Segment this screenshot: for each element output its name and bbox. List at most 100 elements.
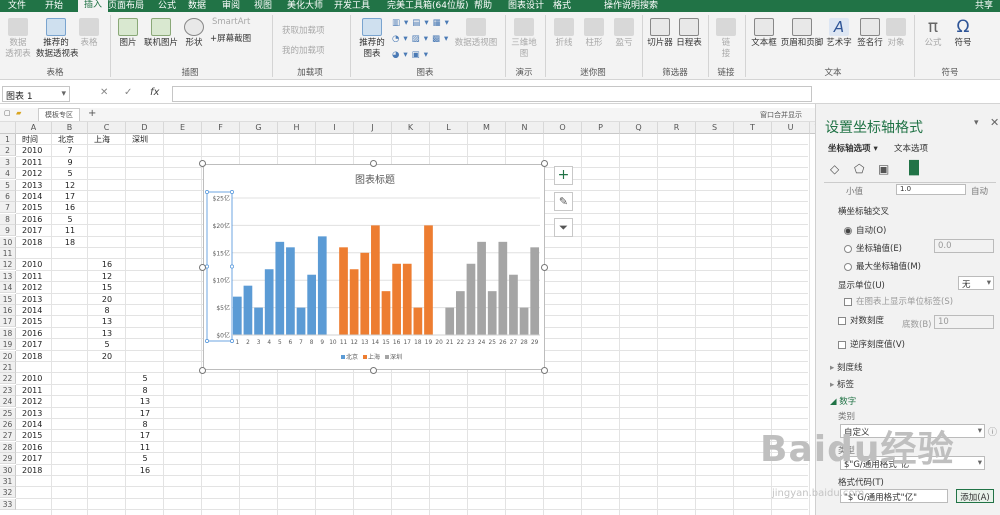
chevron-down-icon[interactable]: ▾ (974, 118, 979, 128)
row-header[interactable]: 10 (0, 236, 16, 248)
recommended-charts-button[interactable]: 推荐的 图表 (356, 18, 388, 60)
cell[interactable]: 2016 (16, 442, 52, 453)
row-header[interactable]: 14 (0, 282, 16, 294)
column-header[interactable]: Q (620, 122, 658, 134)
cell[interactable]: 2015 (16, 430, 52, 441)
row-header[interactable]: 15 (0, 293, 16, 305)
chart-type-icons[interactable]: ▥▾▤▾▦▾ (392, 18, 453, 28)
resize-handle[interactable] (541, 367, 548, 374)
log-scale-checkbox[interactable]: 对数刻度 (838, 314, 884, 326)
resize-handle[interactable] (370, 160, 377, 167)
cell[interactable]: 2018 (16, 237, 52, 248)
add-button[interactable]: 添加(A) (956, 489, 994, 503)
slicer-button[interactable]: 切片器 (646, 18, 674, 49)
cell[interactable]: 13 (88, 316, 126, 327)
row-header[interactable]: 29 (0, 453, 16, 465)
shapes-button[interactable]: 形状 (182, 18, 206, 49)
column-header[interactable]: P (582, 122, 620, 134)
tab-14[interactable]: 操作说明搜索 (604, 0, 658, 11)
cell[interactable]: 18 (52, 237, 88, 248)
tab-5[interactable]: 数据 (188, 0, 206, 11)
object-button[interactable]: 对象 (884, 18, 908, 49)
log-base-field[interactable]: 10 (934, 315, 994, 329)
cell[interactable]: 13 (126, 396, 164, 407)
column-header[interactable]: E (164, 122, 202, 134)
cell[interactable]: 2013 (16, 294, 52, 305)
column-header[interactable]: J (354, 122, 392, 134)
pivot-table-button[interactable]: 数据 透视表 (2, 18, 34, 60)
sparkline-column-button[interactable]: 柱形 (580, 18, 608, 49)
resize-handle[interactable] (199, 264, 206, 271)
row-header[interactable]: 2 (0, 145, 16, 157)
column-header[interactable]: N (506, 122, 544, 134)
column-header[interactable]: F (202, 122, 240, 134)
row-header[interactable]: 33 (0, 498, 16, 510)
cell[interactable]: 8 (126, 419, 164, 430)
axis-value-field[interactable]: 0.0 (934, 239, 994, 253)
window-merge-toggle[interactable]: 窗口合并显示 (760, 110, 802, 120)
display-units-select[interactable]: 无 ▾ (958, 276, 994, 290)
cell[interactable]: 8 (88, 305, 126, 316)
row-header[interactable]: 8 (0, 213, 16, 225)
add-tab-icon[interactable]: + (88, 108, 96, 119)
pivot-chart-button[interactable]: 数据透视图 (452, 18, 500, 49)
cell[interactable]: 12 (52, 180, 88, 191)
cell[interactable]: 5 (52, 214, 88, 225)
table-button[interactable]: 表格 (78, 18, 100, 49)
tab-13[interactable]: 格式 (553, 0, 571, 11)
cell[interactable]: 2016 (16, 328, 52, 339)
cell[interactable]: 2017 (16, 225, 52, 236)
cell[interactable]: 11 (52, 225, 88, 236)
chart-filters-button[interactable]: ⏷ (554, 218, 573, 237)
column-header[interactable]: D (126, 122, 164, 134)
cell[interactable]: 2012 (16, 168, 52, 179)
size-icon[interactable]: ▣ (878, 162, 889, 176)
row-header[interactable]: 23 (0, 384, 16, 396)
tab-text-options[interactable]: 文本选项 (894, 142, 928, 154)
cell[interactable]: 9 (52, 157, 88, 168)
textbox-button[interactable]: 文本框 (750, 18, 778, 49)
name-box[interactable]: 图表 1 ▾ (2, 86, 70, 102)
cell[interactable]: 8 (126, 385, 164, 396)
row-header[interactable]: 9 (0, 225, 16, 237)
column-header[interactable]: C (88, 122, 126, 134)
column-header[interactable]: K (392, 122, 430, 134)
function-icon[interactable]: fx (150, 87, 159, 98)
cell[interactable]: 5 (52, 168, 88, 179)
cell[interactable]: 17 (52, 191, 88, 202)
cell[interactable]: 2014 (16, 191, 52, 202)
cell[interactable]: 15 (88, 282, 126, 293)
link-button[interactable]: 链 接 (714, 18, 738, 60)
cell[interactable]: 2011 (16, 385, 52, 396)
row-header[interactable]: 32 (0, 487, 16, 499)
min-value-field[interactable]: 1.0 (896, 184, 966, 195)
tab-axis-options[interactable]: 坐标轴选项 ▾ (828, 142, 878, 154)
cell[interactable]: 20 (88, 351, 126, 362)
radio-axis-value[interactable]: 坐标轴值(E) (844, 242, 902, 254)
cell[interactable]: 2015 (16, 316, 52, 327)
cell[interactable]: 2017 (16, 339, 52, 350)
wordart-button[interactable]: A 艺术字 (824, 18, 854, 49)
cell[interactable]: 13 (88, 328, 126, 339)
row-header[interactable]: 13 (0, 270, 16, 282)
reverse-order-checkbox[interactable]: 逆序刻度值(V) (838, 338, 905, 350)
confirm-icon[interactable]: ✓ (124, 87, 132, 98)
row-header[interactable]: 7 (0, 202, 16, 214)
row-header[interactable]: 30 (0, 464, 16, 476)
column-header[interactable]: H (278, 122, 316, 134)
row-header[interactable]: 12 (0, 259, 16, 271)
info-icon[interactable]: ⓘ (988, 425, 997, 438)
column-header[interactable]: B (52, 122, 88, 134)
row-header[interactable]: 16 (0, 305, 16, 316)
chart-type-icons-row3[interactable]: ◕▾▣▾ (392, 50, 432, 60)
tab-4[interactable]: 公式 (158, 0, 176, 11)
sparkline-winloss-button[interactable]: 盈亏 (610, 18, 638, 49)
cell[interactable]: 2011 (16, 271, 52, 282)
cell[interactable]: 7 (52, 145, 88, 156)
cell[interactable]: 2015 (16, 202, 52, 213)
template-tab[interactable]: 模板专区 (38, 108, 80, 121)
get-addins-button[interactable]: 获取加载项 (282, 24, 325, 36)
row-header[interactable]: 25 (0, 407, 16, 419)
column-header[interactable]: R (658, 122, 696, 134)
row-header[interactable]: 22 (0, 373, 16, 385)
